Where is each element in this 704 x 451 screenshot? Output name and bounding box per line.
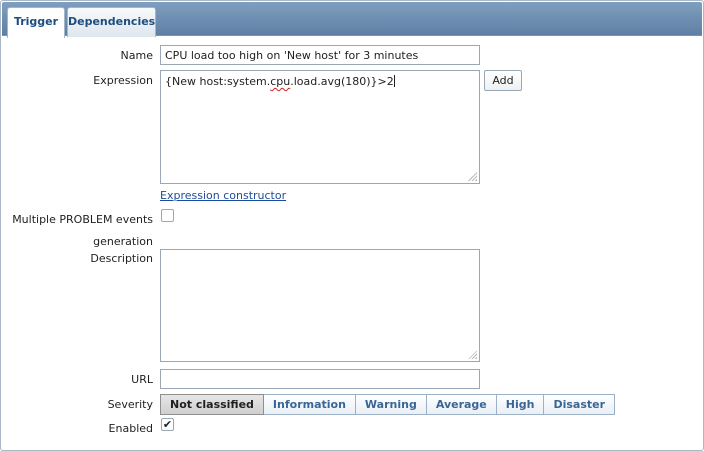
expression-label: Expression xyxy=(93,74,153,87)
check-icon: ✔ xyxy=(162,418,173,431)
severity-label: Severity xyxy=(107,398,153,411)
tab-dependencies[interactable]: Dependencies xyxy=(67,7,156,37)
severity-warning[interactable]: Warning xyxy=(355,394,427,415)
expression-textarea[interactable]: {New host:system.cpu.load.avg(180)}>2 xyxy=(160,70,480,184)
resize-grip-icon[interactable] xyxy=(467,349,477,359)
add-expression-button[interactable]: Add xyxy=(484,70,522,91)
expression-misspelled: cpu xyxy=(270,75,291,88)
url-input[interactable] xyxy=(160,369,480,389)
text-cursor xyxy=(393,75,395,87)
expression-prefix: {New host:system. xyxy=(165,75,271,88)
name-label: Name xyxy=(120,49,153,62)
resize-grip-icon[interactable] xyxy=(467,171,477,181)
enabled-label: Enabled xyxy=(108,422,153,435)
description-label: Description xyxy=(90,252,153,265)
expression-suffix: .load.avg(180)}>2 xyxy=(290,75,394,88)
multiple-problem-checkbox[interactable] xyxy=(161,209,174,222)
url-label: URL xyxy=(131,373,153,386)
tab-trigger[interactable]: Trigger xyxy=(7,7,65,38)
multiple-problem-label: Multiple PROBLEM events generation xyxy=(3,209,153,253)
expression-constructor-link[interactable]: Expression constructor xyxy=(160,189,286,202)
name-input[interactable] xyxy=(160,45,480,65)
description-textarea[interactable] xyxy=(160,249,480,362)
severity-average[interactable]: Average xyxy=(426,394,497,415)
enabled-checkbox[interactable]: ✔ xyxy=(161,418,174,431)
severity-selector: Not classified Information Warning Avera… xyxy=(160,394,616,415)
severity-disaster[interactable]: Disaster xyxy=(544,394,616,415)
severity-not-classified[interactable]: Not classified xyxy=(160,394,264,415)
tab-bar: Trigger Dependencies xyxy=(2,2,702,38)
multiple-problem-label-line1: Multiple PROBLEM events xyxy=(12,213,153,226)
severity-information[interactable]: Information xyxy=(263,394,356,415)
severity-high[interactable]: High xyxy=(496,394,545,415)
trigger-form-frame: Trigger Dependencies Name Expression {Ne… xyxy=(0,0,704,451)
